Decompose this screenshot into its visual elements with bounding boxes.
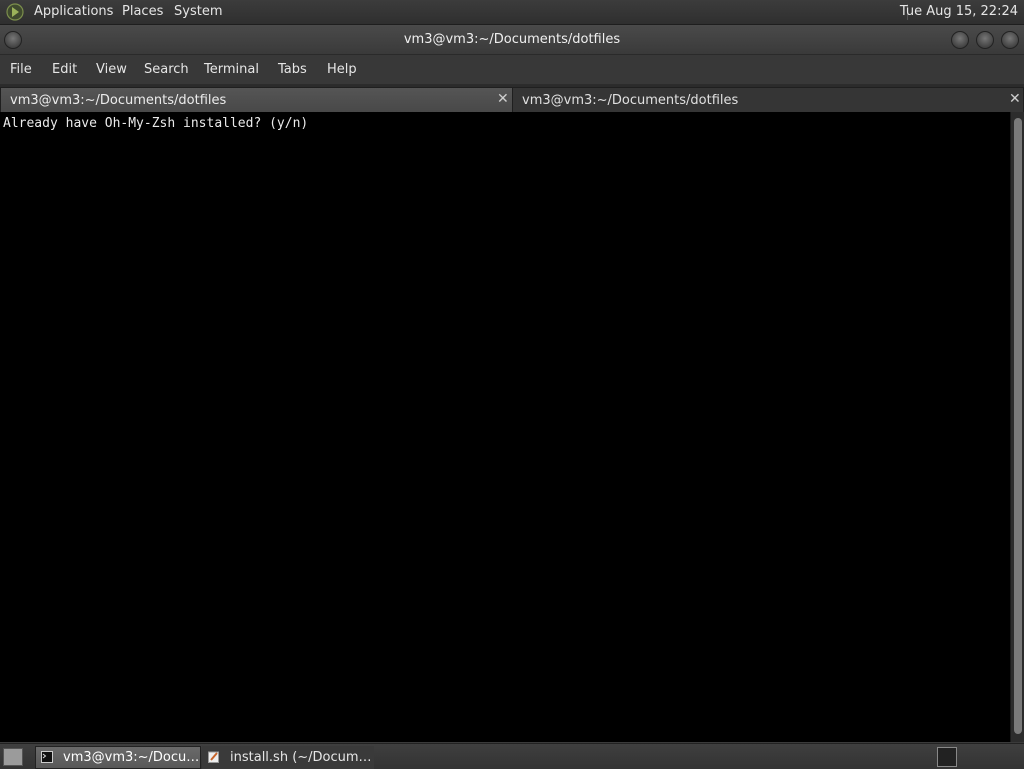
show-desktop-icon[interactable] xyxy=(3,748,23,766)
taskbar-item-label: vm3@vm3:~/Docu… xyxy=(63,750,200,765)
terminal-icon xyxy=(41,751,53,763)
close-window-button[interactable] xyxy=(1001,31,1019,49)
scrollbar-thumb[interactable] xyxy=(1014,118,1022,734)
taskbar-item-label: install.sh (~/Docum… xyxy=(230,750,372,765)
tray-terminal-icon[interactable] xyxy=(937,747,957,767)
bottom-panel: vm3@vm3:~/Docu… install.sh (~/Docum… xyxy=(0,743,1024,769)
maximize-button[interactable] xyxy=(976,31,994,49)
gnome-foot-icon[interactable] xyxy=(6,3,24,21)
tab-1[interactable]: vm3@vm3:~/Documents/dotfiles ✕ xyxy=(0,87,513,113)
tab-bar: vm3@vm3:~/Documents/dotfiles ✕ vm3@vm3:~… xyxy=(0,85,1024,113)
tab-2[interactable]: vm3@vm3:~/Documents/dotfiles ✕ xyxy=(512,87,1024,113)
minimize-button[interactable] xyxy=(951,31,969,49)
menu-bar: File Edit View Search Terminal Tabs Help xyxy=(0,55,1024,85)
applications-menu[interactable]: Applications xyxy=(34,4,113,19)
menu-tabs[interactable]: Tabs xyxy=(278,62,307,77)
taskbar-item-editor[interactable]: install.sh (~/Docum… xyxy=(202,746,374,769)
menu-edit[interactable]: Edit xyxy=(52,62,77,77)
terminal-line: Already have Oh-My-Zsh installed? (y/n) xyxy=(3,116,309,131)
menu-search[interactable]: Search xyxy=(144,62,189,77)
text-editor-icon xyxy=(208,751,219,763)
menu-terminal[interactable]: Terminal xyxy=(204,62,259,77)
clock[interactable]: Tue Aug 15, 22:24 xyxy=(900,4,1018,19)
terminal-output[interactable]: Already have Oh-My-Zsh installed? (y/n) xyxy=(0,112,1010,742)
menu-file[interactable]: File xyxy=(10,62,32,77)
menu-view[interactable]: View xyxy=(96,62,127,77)
window-title: vm3@vm3:~/Documents/dotfiles xyxy=(403,32,621,47)
tab-1-label: vm3@vm3:~/Documents/dotfiles xyxy=(10,93,227,108)
window-titlebar[interactable]: vm3@vm3:~/Documents/dotfiles xyxy=(0,25,1024,55)
top-panel: Applications Places System Tue Aug 15, 2… xyxy=(0,0,1024,25)
tab-2-label: vm3@vm3:~/Documents/dotfiles xyxy=(522,93,739,108)
menu-help[interactable]: Help xyxy=(327,62,357,77)
system-menu[interactable]: System xyxy=(174,4,222,19)
terminal-scrollbar[interactable] xyxy=(1010,112,1024,742)
taskbar-item-terminal[interactable]: vm3@vm3:~/Docu… xyxy=(35,746,201,769)
close-tab-icon[interactable]: ✕ xyxy=(497,91,509,107)
places-menu[interactable]: Places xyxy=(122,4,163,19)
close-tab-icon[interactable]: ✕ xyxy=(1009,91,1021,107)
